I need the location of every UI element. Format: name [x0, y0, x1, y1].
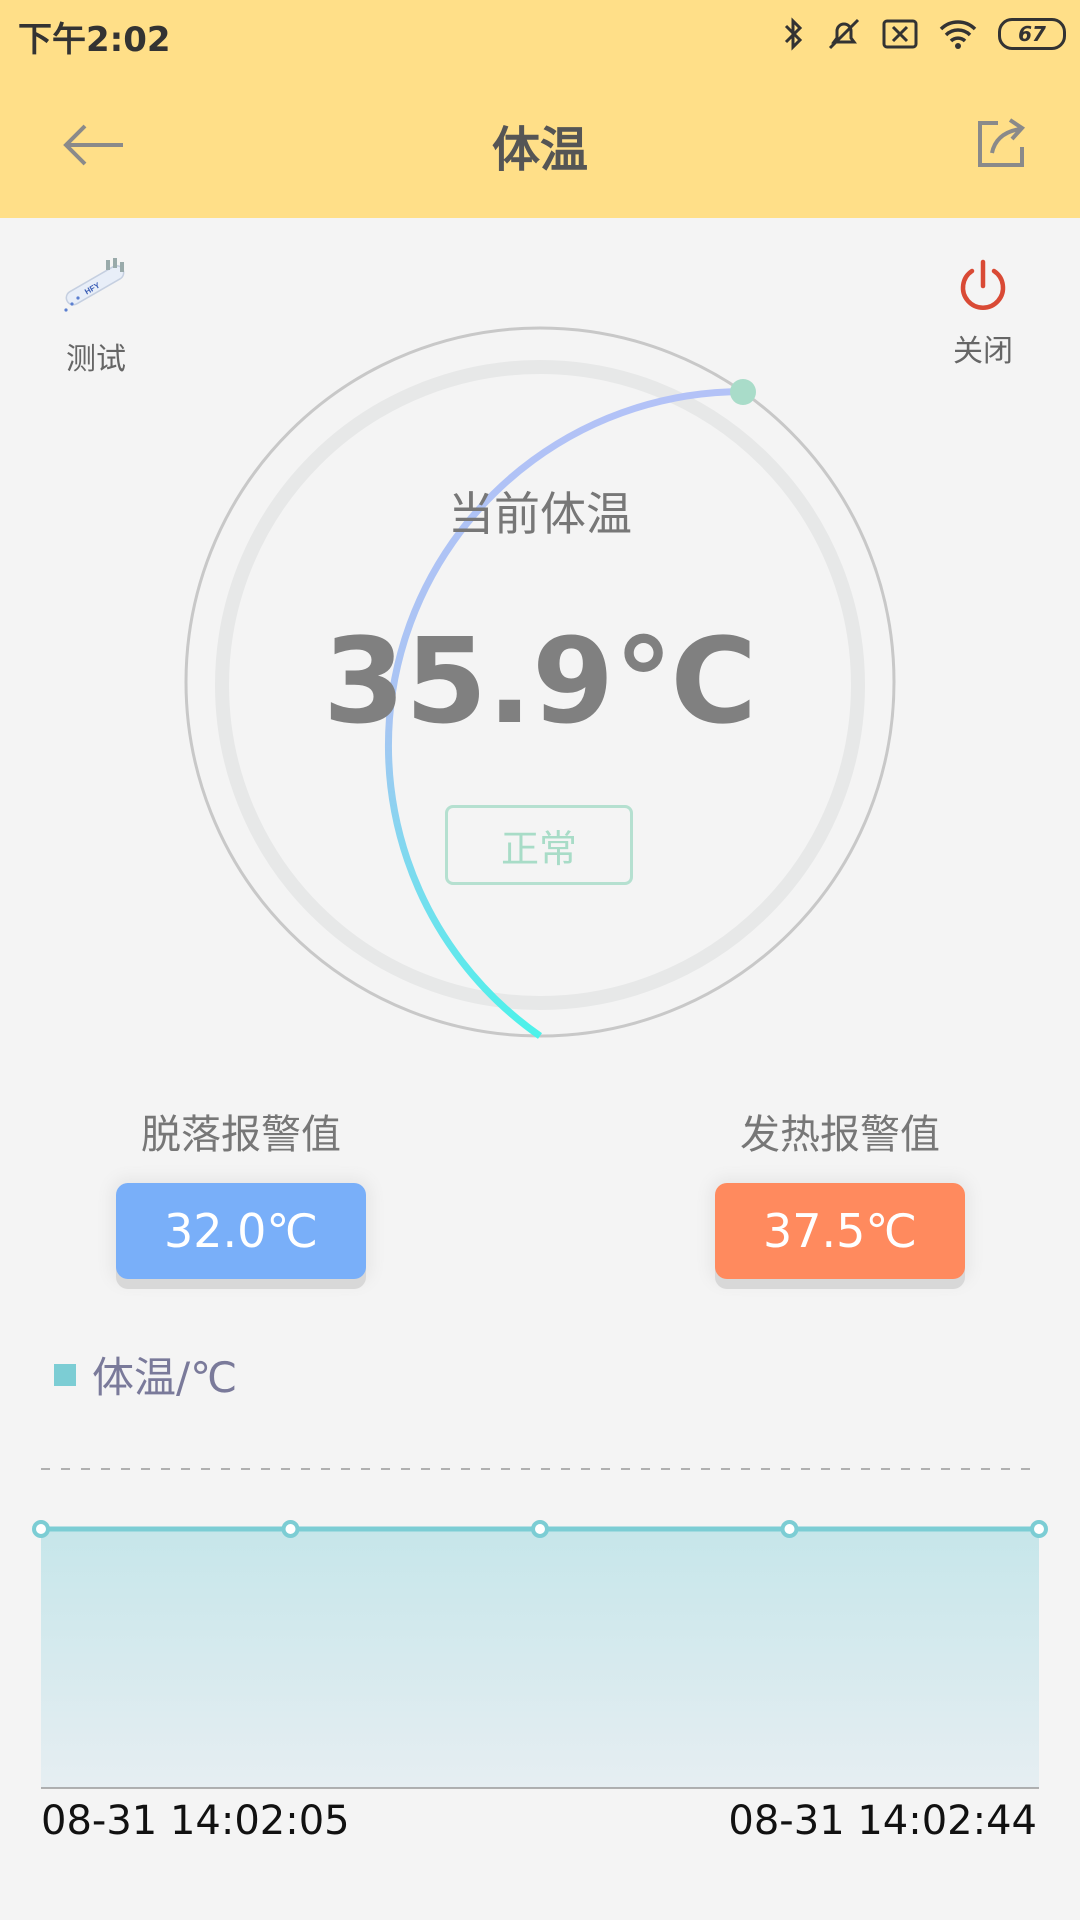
- legend-swatch: [54, 1363, 76, 1386]
- power-icon: [960, 259, 1006, 310]
- battery-icon: 67: [998, 18, 1066, 50]
- data-point: [780, 1520, 799, 1538]
- thermometer-device-icon: HFY: [64, 258, 125, 312]
- status-badge: 正常: [445, 805, 633, 885]
- data-point: [281, 1520, 300, 1538]
- x-tick-label-end: 08-31 14:02:44: [728, 1798, 1037, 1844]
- bluetooth-icon: [784, 17, 803, 51]
- gauge-knob[interactable]: [730, 379, 756, 405]
- chart-area: [41, 1529, 1039, 1788]
- temperature-value: 35.9℃: [322, 612, 758, 750]
- chart-legend: 体温/℃: [54, 1344, 237, 1405]
- status-bar: 下午2:02 67: [0, 0, 1080, 70]
- legend-label: 体温/℃: [92, 1353, 238, 1402]
- data-point: [531, 1520, 549, 1538]
- status-time: 下午2:02: [18, 20, 171, 60]
- sim-off-icon: [882, 19, 918, 49]
- gauge-label: 当前体温: [448, 487, 632, 541]
- fever-alarm-value[interactable]: 37.5℃: [715, 1183, 965, 1279]
- test-label: 测试: [66, 342, 126, 377]
- share-icon: [978, 118, 1026, 167]
- close-button[interactable]: 关闭: [923, 258, 1043, 370]
- data-point: [1030, 1520, 1048, 1538]
- status-icons: 67: [782, 12, 1066, 56]
- mute-bell-icon: [828, 18, 860, 50]
- test-button[interactable]: HFY 测试: [36, 252, 156, 378]
- temperature-chart: [32, 1468, 1048, 1789]
- app-header: 下午2:02 67 体温: [0, 0, 1080, 218]
- data-point: [32, 1520, 50, 1538]
- fever-alarm-title: 发热报警值: [740, 1112, 940, 1158]
- share-button[interactable]: [974, 115, 1034, 175]
- detach-alarm-title: 脱落报警值: [141, 1112, 341, 1158]
- page-title: 体温: [491, 122, 588, 178]
- x-tick-label-start: 08-31 14:02:05: [41, 1798, 350, 1844]
- close-label: 关闭: [953, 334, 1013, 369]
- detach-alarm-value[interactable]: 32.0℃: [116, 1183, 366, 1279]
- wifi-icon: [939, 20, 977, 49]
